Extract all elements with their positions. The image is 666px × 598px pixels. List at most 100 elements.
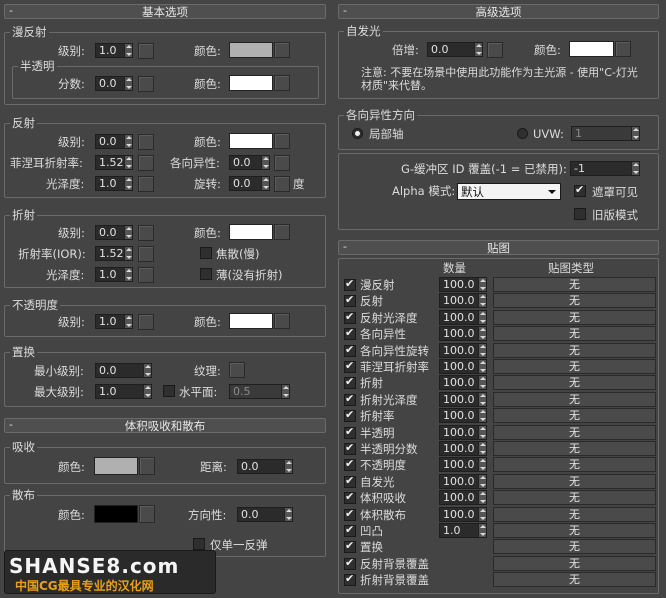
emission-multiplier-spinner[interactable]: 0.0 (427, 42, 483, 57)
absorption-distance-spinner[interactable]: 0.0 (237, 459, 293, 474)
spinner-arrows-icon[interactable] (478, 310, 486, 324)
spinner-arrows-icon[interactable] (143, 385, 151, 398)
local-axis-radio[interactable] (352, 128, 363, 139)
reflection-map-button[interactable] (138, 134, 154, 150)
translucency-fraction-spinner[interactable]: 0.0 (95, 76, 133, 91)
map-slot-button[interactable]: 无 (493, 375, 656, 391)
scatter-color-swatch[interactable] (94, 505, 138, 523)
map-slot-button[interactable]: 无 (493, 473, 656, 489)
map-slot-button[interactable]: 无 (493, 408, 656, 424)
map-enable-checkbox[interactable] (344, 474, 356, 488)
map-slot-button[interactable]: 无 (493, 391, 656, 407)
single-bounce-checkbox[interactable] (193, 538, 205, 550)
spinner-arrows-icon[interactable] (478, 392, 486, 406)
map-enable-checkbox[interactable] (344, 293, 356, 308)
spinner-arrows-icon[interactable] (124, 315, 132, 328)
map-amount-spinner[interactable]: 100.0 (439, 506, 487, 522)
map-enable-checkbox[interactable] (344, 490, 356, 505)
spinner-arrows-icon[interactable] (124, 156, 132, 169)
map-amount-spinner[interactable]: 100.0 (439, 342, 487, 358)
map-enable-checkbox[interactable] (344, 572, 356, 587)
refraction-gloss-map-button[interactable] (138, 267, 154, 283)
opacity-map-button[interactable] (138, 314, 154, 330)
anisotropy-map-button[interactable] (274, 155, 290, 171)
map-slot-button[interactable]: 无 (493, 490, 656, 506)
fresnel-map-button[interactable] (138, 155, 154, 171)
map-slot-button[interactable]: 无 (493, 506, 656, 522)
map-enable-checkbox[interactable] (344, 277, 356, 291)
displacement-texture-button[interactable] (229, 362, 245, 378)
spinner-arrows-icon[interactable] (478, 524, 486, 537)
rotation-map-button[interactable] (274, 176, 290, 192)
map-slot-button[interactable]: 无 (493, 309, 656, 325)
diffuse-level-spinner[interactable]: 1.0 (95, 43, 133, 58)
fresnel-spinner[interactable]: 1.52 (95, 155, 133, 170)
map-amount-spinner[interactable]: 100.0 (439, 490, 487, 506)
map-slot-button[interactable]: 无 (493, 457, 656, 473)
map-slot-button[interactable]: 无 (493, 572, 656, 588)
map-enable-checkbox[interactable] (344, 375, 356, 390)
translucency-color-swatch[interactable] (229, 75, 273, 91)
basic-options-rollout[interactable]: - 基本选项 (4, 4, 326, 19)
spinner-arrows-icon[interactable] (124, 177, 132, 190)
reflection-color-map-button[interactable] (274, 133, 290, 149)
map-enable-checkbox[interactable] (344, 441, 356, 455)
spinner-arrows-icon[interactable] (143, 364, 151, 377)
map-slot-button[interactable]: 无 (493, 539, 656, 555)
spinner-arrows-icon[interactable] (124, 77, 132, 90)
map-enable-checkbox[interactable] (344, 539, 356, 554)
translucency-map-button[interactable] (138, 76, 154, 92)
advanced-options-rollout[interactable]: - 高级选项 (338, 4, 659, 19)
opacity-level-spinner[interactable]: 1.0 (95, 314, 133, 329)
spinner-arrows-icon[interactable] (261, 156, 269, 169)
spinner-arrows-icon[interactable] (284, 460, 292, 473)
spinner-arrows-icon[interactable] (478, 343, 486, 357)
map-slot-button[interactable]: 无 (493, 326, 656, 342)
map-enable-checkbox[interactable] (344, 359, 356, 373)
anisotropy-spinner[interactable]: 0.0 (229, 155, 270, 170)
opacity-color-swatch[interactable] (229, 313, 273, 329)
refraction-color-map-button[interactable] (274, 224, 290, 240)
spinner-arrows-icon[interactable] (478, 409, 486, 423)
map-amount-spinner[interactable]: 100.0 (439, 424, 487, 440)
spinner-arrows-icon[interactable] (478, 278, 486, 291)
map-amount-spinner[interactable]: 100.0 (439, 293, 487, 309)
legacy-mode-checkbox[interactable] (574, 208, 586, 220)
map-amount-spinner[interactable]: 100.0 (439, 457, 487, 473)
spinner-arrows-icon[interactable] (631, 162, 639, 175)
map-enable-checkbox[interactable] (344, 408, 356, 423)
refraction-map-button[interactable] (138, 225, 154, 241)
refraction-gloss-spinner[interactable]: 1.0 (95, 267, 133, 282)
map-slot-button[interactable]: 无 (493, 523, 656, 538)
diffuse-color-map-button[interactable] (274, 42, 290, 58)
map-slot-button[interactable]: 无 (493, 277, 656, 292)
caustics-checkbox[interactable] (200, 247, 212, 259)
spinner-arrows-icon[interactable] (124, 247, 132, 260)
map-slot-button[interactable]: 无 (493, 441, 656, 456)
spinner-arrows-icon[interactable] (478, 360, 486, 373)
spinner-arrows-icon[interactable] (478, 425, 486, 439)
absorption-color-swatch[interactable] (94, 457, 138, 475)
spinner-arrows-icon[interactable] (478, 491, 486, 505)
mask-visible-checkbox[interactable] (574, 183, 586, 197)
reflection-level-spinner[interactable]: 0.0 (95, 134, 133, 149)
spinner-arrows-icon[interactable] (124, 44, 132, 57)
emission-color-swatch[interactable] (569, 41, 614, 57)
map-enable-checkbox[interactable] (344, 326, 356, 341)
map-enable-checkbox[interactable] (344, 343, 356, 357)
spinner-arrows-icon[interactable] (631, 127, 639, 140)
map-amount-spinner[interactable]: 100.0 (439, 309, 487, 325)
chevron-down-icon[interactable] (548, 190, 556, 194)
uvw-spinner[interactable]: 1 (571, 126, 640, 141)
map-enable-checkbox[interactable] (344, 457, 356, 472)
map-amount-spinner[interactable]: 100.0 (439, 375, 487, 391)
map-enable-checkbox[interactable] (344, 507, 356, 521)
ior-spinner[interactable]: 1.52 (95, 246, 133, 261)
ior-map-button[interactable] (138, 246, 154, 262)
map-amount-spinner[interactable]: 1.0 (439, 523, 487, 538)
map-slot-button[interactable]: 无 (493, 424, 656, 440)
uvw-radio[interactable] (517, 128, 528, 139)
map-slot-button[interactable]: 无 (493, 293, 656, 309)
thin-checkbox[interactable] (200, 268, 212, 280)
map-amount-spinner[interactable]: 100.0 (439, 359, 487, 374)
